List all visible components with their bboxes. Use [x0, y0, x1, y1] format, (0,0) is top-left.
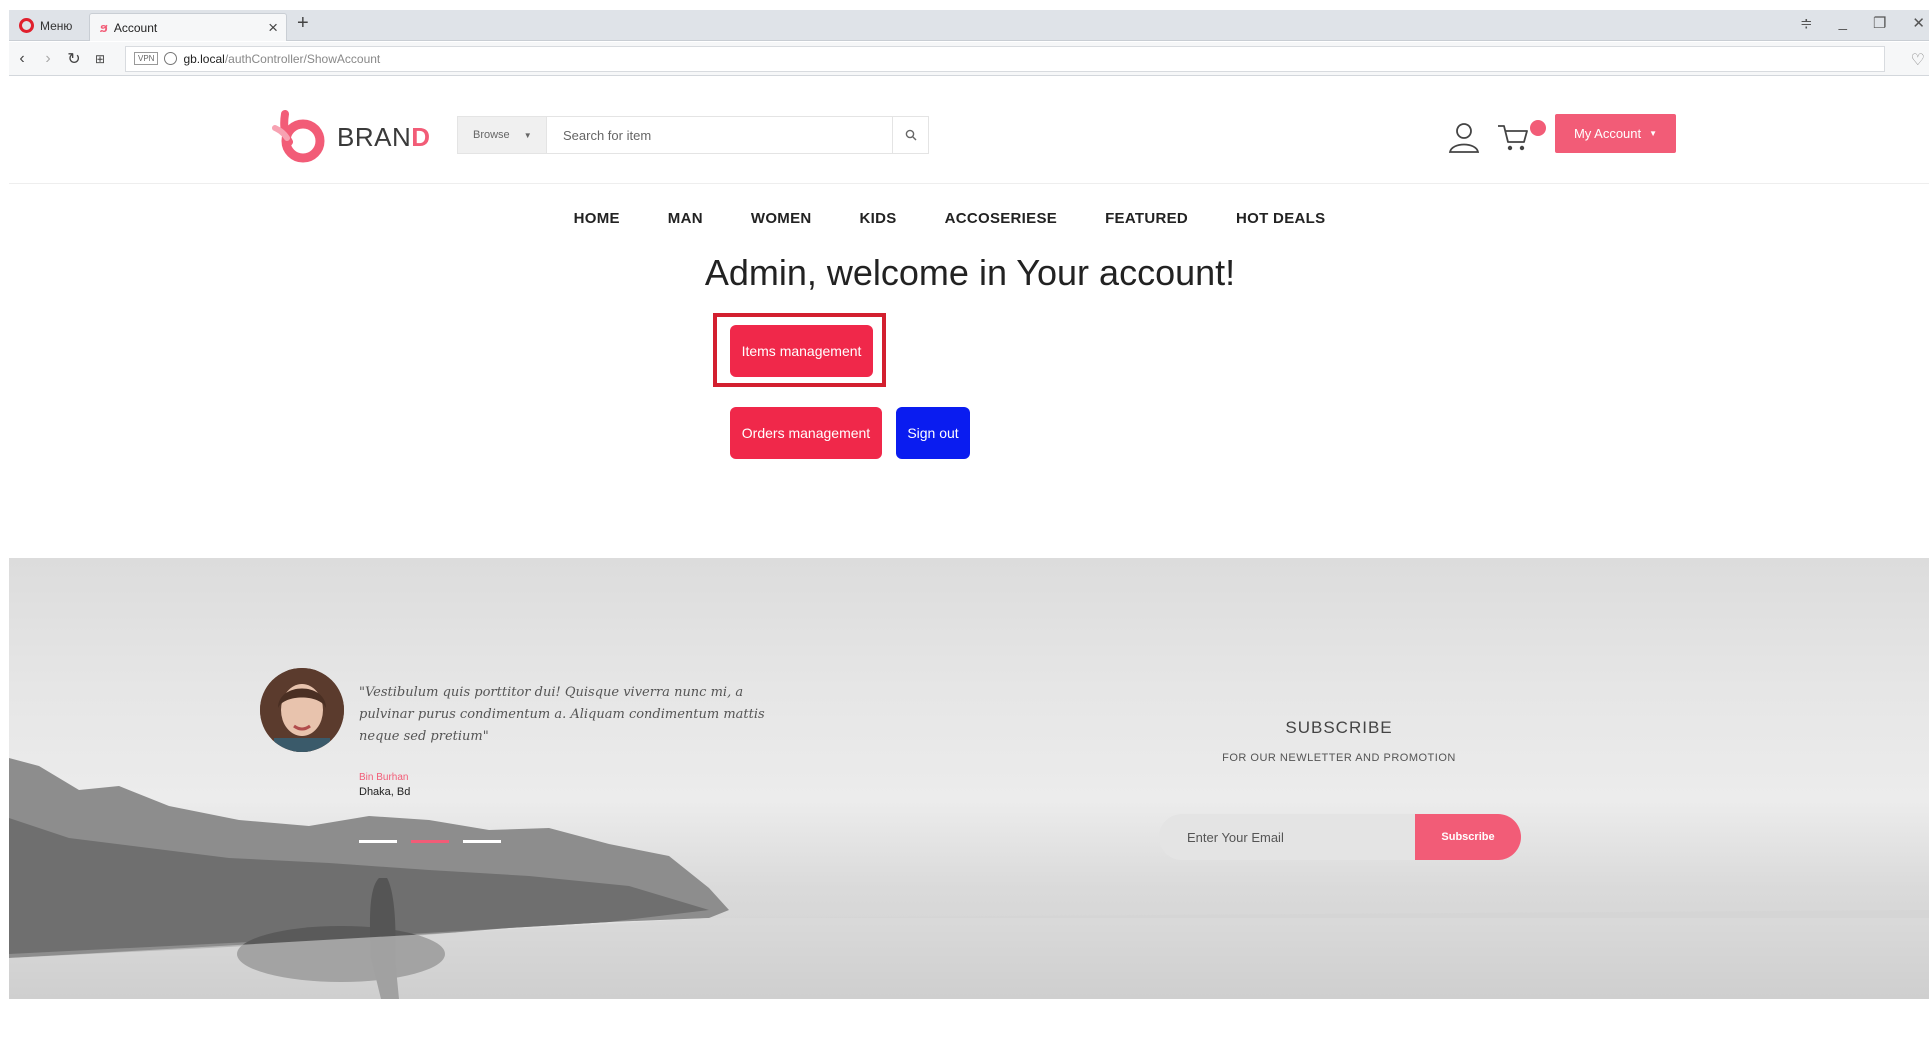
beach-background-image [9, 758, 1929, 999]
browser-tabbar: Меню ϧ Account × + ≑ _ ❐ ✕ [9, 10, 1929, 41]
url-path: /authController/ShowAccount [224, 51, 381, 66]
testimonial-author: Bin Burhan [359, 772, 409, 783]
subscribe-subtitle: FOR OUR NEWLETTER AND PROMOTION [1222, 752, 1456, 764]
sign-out-button[interactable]: Sign out [896, 407, 970, 459]
nav-item-man[interactable]: MAN [644, 210, 727, 227]
testimonial-quote: "Vestibulum quis porttitor dui! Quisque … [359, 685, 765, 744]
subscribe-title: SUBSCRIBE [1285, 718, 1393, 737]
testimonial-slider-dots [359, 840, 501, 843]
window-top-edge [0, 0, 1929, 10]
restore-icon[interactable]: ❐ [1873, 14, 1886, 32]
testimonial-avatar [260, 668, 344, 752]
main-nav: HOME MAN WOMEN KIDS ACCOSERIESE FEATURED… [0, 210, 1929, 227]
search-button[interactable] [892, 116, 929, 154]
tab-menu-icon[interactable]: ≑ [1800, 14, 1813, 32]
minimize-icon[interactable]: _ [1839, 14, 1847, 32]
speed-dial-icon[interactable]: ⊞ [87, 52, 113, 66]
orders-management-button[interactable]: Orders management [730, 407, 882, 459]
brand-favicon-icon: ϧ [100, 20, 108, 35]
search-icon [905, 129, 916, 141]
slider-dot[interactable] [463, 840, 501, 843]
nav-item-women[interactable]: WOMEN [727, 210, 836, 227]
forward-icon[interactable]: › [35, 50, 61, 68]
caret-down-icon: ▼ [523, 130, 532, 140]
my-account-label: My Account [1573, 126, 1642, 141]
brand-logo-icon[interactable] [269, 108, 331, 164]
tab-title: Account [113, 20, 158, 35]
opera-logo-icon [19, 18, 34, 33]
window-controls: ≑ _ ❐ ✕ [1800, 14, 1925, 32]
back-icon[interactable]: ‹ [9, 50, 35, 68]
browser-tab-account[interactable]: ϧ Account × [89, 13, 287, 41]
browse-dropdown[interactable]: Browse ▼ [457, 116, 546, 154]
bookmark-heart-icon[interactable]: ♡ [1911, 50, 1925, 70]
slider-dot-active[interactable] [411, 840, 449, 843]
brand-name[interactable]: BRAND [337, 122, 431, 153]
testimonial-subscribe-banner: "Vestibulum quis porttitor dui! Quisque … [9, 558, 1929, 999]
testimonial-location: Dhaka, Bd [359, 786, 411, 798]
cart-icon[interactable] [1496, 120, 1532, 154]
subscribe-button[interactable]: Subscribe [1415, 814, 1521, 860]
browse-label: Browse [473, 129, 510, 141]
my-account-button[interactable]: My Account ▼ [1555, 114, 1676, 153]
caret-down-icon: ▼ [1649, 129, 1658, 138]
slider-dot[interactable] [359, 840, 397, 843]
close-window-icon[interactable]: ✕ [1912, 14, 1925, 32]
browser-menu-label: Меню [40, 18, 73, 33]
url-host: gb.local [183, 51, 225, 66]
nav-item-home[interactable]: HOME [550, 210, 644, 227]
site-header: BRAND Browse ▼ My Account ▼ [9, 76, 1929, 184]
nav-item-hot-deals[interactable]: HOT DEALS [1212, 210, 1349, 227]
cart-badge [1530, 120, 1546, 136]
nav-item-featured[interactable]: FEATURED [1081, 210, 1212, 227]
browser-address-bar: ‹ › ↻ ⊞ VPN gb.local /authController/Sho… [9, 42, 1929, 76]
reload-icon[interactable]: ↻ [61, 49, 87, 69]
close-tab-icon[interactable]: × [268, 18, 278, 38]
nav-item-accessories[interactable]: ACCOSERIESE [921, 210, 1082, 227]
user-icon[interactable] [1447, 120, 1481, 154]
new-tab-button[interactable]: + [297, 12, 309, 35]
welcome-heading: Admin, welcome in Your account! [704, 252, 1236, 293]
globe-icon[interactable] [164, 52, 178, 65]
vpn-badge-icon[interactable]: VPN [134, 52, 159, 65]
items-management-button[interactable]: Items management [730, 325, 873, 377]
url-input[interactable]: VPN gb.local /authController/ShowAccount [125, 45, 1885, 72]
nav-item-kids[interactable]: KIDS [836, 210, 921, 227]
search-input[interactable] [546, 116, 893, 154]
brand-accent-letter: D [411, 122, 431, 152]
browser-menu-button[interactable]: Меню [9, 10, 86, 41]
person-avatar-icon [260, 668, 344, 752]
email-field[interactable] [1159, 814, 1421, 860]
brand-text: BRAN [337, 122, 412, 152]
